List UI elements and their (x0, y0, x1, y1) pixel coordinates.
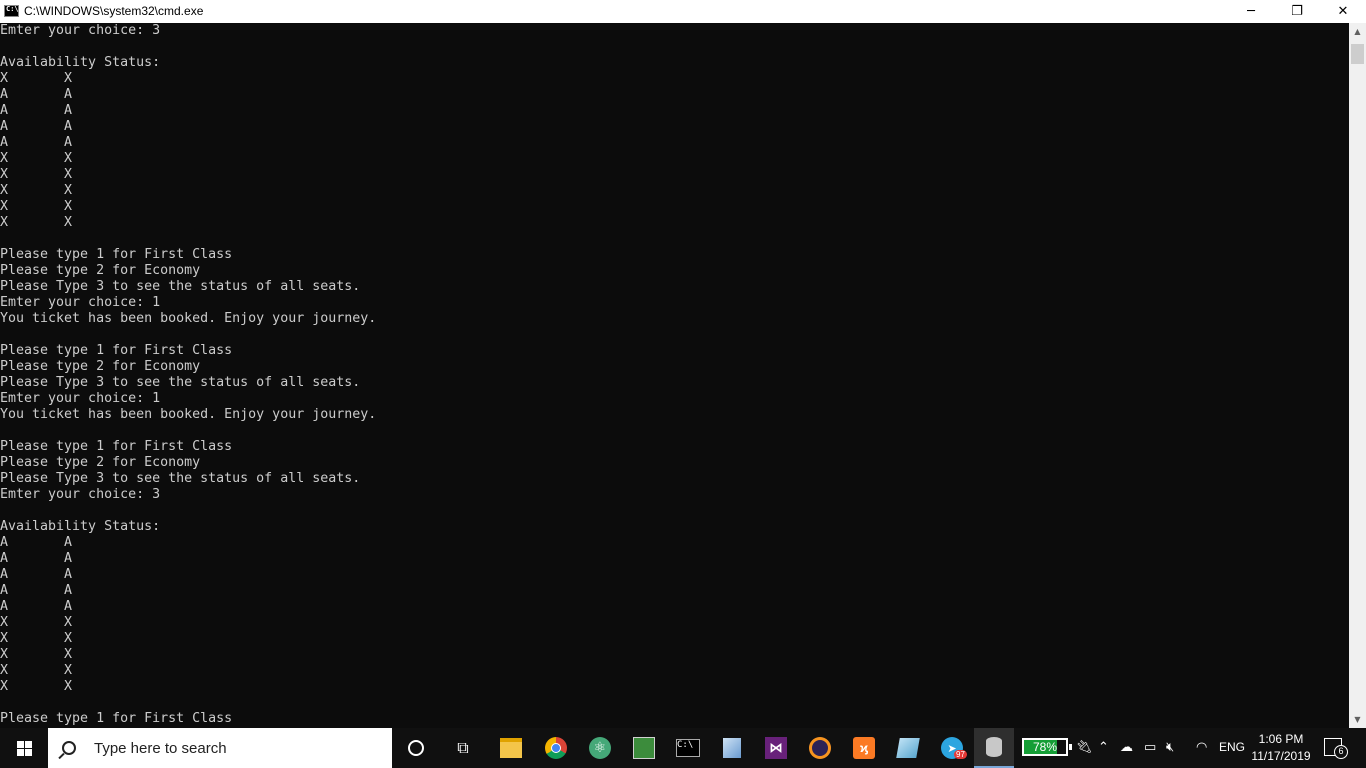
search-icon (62, 741, 76, 755)
clock-date: 11/17/2019 (1251, 749, 1311, 763)
restore-button[interactable]: ❐ (1274, 0, 1320, 23)
notification-count-badge: 6 (1334, 745, 1348, 759)
search-placeholder: Type here to search (94, 739, 227, 757)
onedrive-error-icon[interactable]: ☁ (1120, 740, 1133, 755)
database-app-icon[interactable] (974, 728, 1014, 768)
power-plug-icon: 🔌︎ (1076, 740, 1093, 755)
windows-logo-icon (16, 740, 32, 756)
telegram-icon[interactable]: ➤ 97 (938, 734, 967, 762)
start-button[interactable] (0, 728, 48, 768)
atom-icon[interactable]: ⚛ (586, 734, 614, 762)
minimize-button[interactable]: ─ (1228, 0, 1274, 23)
file-explorer-icon[interactable] (497, 734, 525, 762)
battery-percent: 78% (1032, 740, 1058, 754)
close-button[interactable]: ✕ (1320, 0, 1366, 23)
scroll-thumb[interactable] (1351, 44, 1364, 64)
battery-saver-icon[interactable]: ▭ (1144, 740, 1156, 755)
clock-time: 1:06 PM (1258, 732, 1304, 746)
title-bar[interactable]: C:\WINDOWS\system32\cmd.exe ─ ❐ ✕ (0, 0, 1366, 23)
volume-muted-icon[interactable]: 🔇︎ (1166, 740, 1174, 755)
notepad-icon[interactable] (894, 734, 922, 762)
clock[interactable]: 1:06 PM 11/17/2019 (1246, 731, 1316, 765)
chart-app-icon[interactable] (630, 734, 658, 762)
taskbar-search-box[interactable]: Type here to search (48, 728, 392, 768)
telegram-unread-badge: 97 (954, 750, 967, 759)
task-view-icon[interactable]: ⧉ (449, 734, 477, 762)
wifi-icon[interactable]: ◠ (1196, 740, 1207, 755)
cortana-icon[interactable] (402, 734, 430, 762)
xampp-icon[interactable]: ϗ (850, 734, 878, 762)
console-text: Emter your choice: 3 Availability Status… (0, 23, 377, 726)
chevron-up-icon[interactable]: ⌃ (1098, 740, 1109, 755)
scroll-down-button[interactable]: ▼ (1349, 711, 1366, 728)
language-indicator[interactable]: ENG (1219, 740, 1245, 754)
console-output[interactable]: Emter your choice: 3 Availability Status… (0, 23, 1349, 728)
battery-indicator[interactable]: 78% (1022, 738, 1072, 756)
eclipse-icon[interactable] (806, 734, 834, 762)
cmd-app-icon (4, 5, 19, 17)
taskbar: Type here to search ⧉ ⚛ C:\ ⋈ ϗ ➤ 97 78%… (0, 728, 1366, 768)
chrome-icon[interactable] (542, 734, 570, 762)
scroll-up-button[interactable]: ▲ (1349, 23, 1366, 40)
window-title: C:\WINDOWS\system32\cmd.exe (24, 4, 204, 18)
cube-app-icon[interactable] (718, 734, 746, 762)
vertical-scrollbar[interactable]: ▲ ▼ (1349, 23, 1366, 728)
command-prompt-icon[interactable]: C:\ (674, 734, 702, 762)
visual-studio-icon[interactable]: ⋈ (762, 734, 790, 762)
